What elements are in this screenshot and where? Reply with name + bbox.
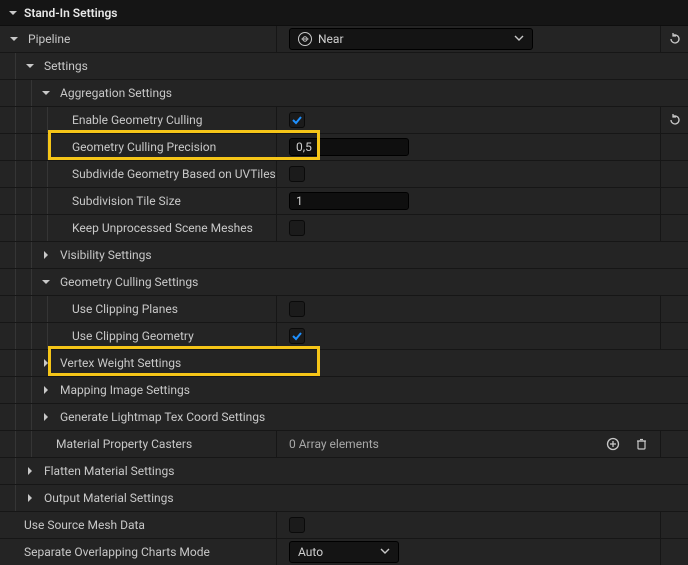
overlapping-charts-mode-dropdown[interactable]: Auto — [289, 541, 399, 563]
enable-geometry-culling-label: Enable Geometry Culling — [66, 113, 203, 127]
chevron-right-icon[interactable] — [38, 355, 54, 371]
lightmap-texcoord-settings-label: Generate Lightmap Tex Coord Settings — [54, 410, 265, 424]
chevron-right-icon[interactable] — [38, 382, 54, 398]
pipeline-row: Pipeline Near — [0, 26, 688, 53]
visibility-settings-row: Visibility Settings — [0, 242, 688, 269]
geometry-culling-settings-row: Geometry Culling Settings — [0, 269, 688, 296]
stand-in-settings-panel: Stand-In Settings Pipeline Near — [0, 0, 688, 565]
output-material-settings-row: Output Material Settings — [0, 485, 688, 512]
keep-unprocessed-meshes-label: Keep Unprocessed Scene Meshes — [66, 221, 253, 235]
keep-unprocessed-meshes-row: Keep Unprocessed Scene Meshes — [0, 215, 688, 242]
mapping-image-settings-label: Mapping Image Settings — [54, 383, 190, 397]
chevron-right-icon[interactable] — [38, 409, 54, 425]
chevron-right-icon[interactable] — [38, 247, 54, 263]
settings-label: Settings — [38, 59, 88, 73]
use-clipping-planes-label: Use Clipping Planes — [66, 302, 178, 316]
subdivide-uvtiles-label: Subdivide Geometry Based on UVTiles — [66, 167, 276, 181]
panel-header: Stand-In Settings — [0, 0, 688, 26]
pipeline-label: Pipeline — [22, 32, 70, 46]
use-clipping-planes-checkbox[interactable] — [289, 301, 305, 317]
reset-icon[interactable] — [666, 111, 684, 129]
trash-icon[interactable] — [632, 435, 650, 453]
geometry-culling-precision-input[interactable]: 0,5 — [289, 138, 409, 156]
panel-body: Pipeline Near — [0, 26, 688, 565]
reset-icon[interactable] — [666, 30, 684, 48]
use-source-mesh-data-checkbox[interactable] — [289, 517, 305, 533]
enable-geometry-culling-checkbox[interactable] — [289, 112, 305, 128]
pipeline-dropdown[interactable]: Near — [289, 28, 533, 50]
chevron-down-icon — [514, 32, 524, 46]
mapping-image-settings-row: Mapping Image Settings — [0, 377, 688, 404]
settings-row: Settings — [0, 53, 688, 80]
vertex-weight-settings-label: Vertex Weight Settings — [54, 356, 181, 370]
output-material-settings-label: Output Material Settings — [38, 491, 174, 505]
use-clipping-geometry-row: Use Clipping Geometry — [0, 323, 688, 350]
chevron-down-icon[interactable] — [6, 31, 22, 47]
chevron-down-icon[interactable] — [22, 58, 38, 74]
aggregation-settings-row: Aggregation Settings — [0, 80, 688, 107]
visibility-settings-label: Visibility Settings — [54, 248, 152, 262]
vertex-weight-settings-row: Vertex Weight Settings — [0, 350, 688, 377]
use-clipping-geometry-label: Use Clipping Geometry — [66, 329, 194, 343]
flatten-material-settings-label: Flatten Material Settings — [38, 464, 174, 478]
geometry-culling-precision-label: Geometry Culling Precision — [66, 140, 216, 154]
globe-icon — [298, 32, 312, 46]
chevron-down-icon[interactable] — [8, 8, 18, 18]
material-property-casters-row: Material Property Casters 0 Array elemen… — [0, 431, 688, 458]
pipeline-dropdown-value: Near — [318, 32, 344, 46]
overlapping-charts-mode-label: Separate Overlapping Charts Mode — [18, 545, 210, 559]
subdivision-tile-size-label: Subdivision Tile Size — [66, 194, 181, 208]
add-icon[interactable] — [604, 435, 622, 453]
use-clipping-geometry-checkbox[interactable] — [289, 328, 305, 344]
chevron-down-icon[interactable] — [38, 85, 54, 101]
subdivide-uvtiles-row: Subdivide Geometry Based on UVTiles — [0, 161, 688, 188]
chevron-right-icon[interactable] — [22, 463, 38, 479]
enable-geometry-culling-row: Enable Geometry Culling — [0, 107, 688, 134]
material-property-casters-label: Material Property Casters — [50, 437, 192, 451]
aggregation-settings-label: Aggregation Settings — [54, 86, 172, 100]
use-clipping-planes-row: Use Clipping Planes — [0, 296, 688, 323]
use-source-mesh-data-label: Use Source Mesh Data — [18, 518, 145, 532]
chevron-down-icon[interactable] — [38, 274, 54, 290]
geometry-culling-settings-label: Geometry Culling Settings — [54, 275, 198, 289]
keep-unprocessed-meshes-checkbox[interactable] — [289, 220, 305, 236]
geometry-culling-precision-row: Geometry Culling Precision 0,5 — [0, 134, 688, 161]
chevron-right-icon[interactable] — [22, 490, 38, 506]
lightmap-texcoord-settings-row: Generate Lightmap Tex Coord Settings — [0, 404, 688, 431]
subdivision-tile-size-row: Subdivision Tile Size 1 — [0, 188, 688, 215]
subdivision-tile-size-input[interactable]: 1 — [289, 192, 409, 210]
material-property-casters-value: 0 Array elements — [289, 437, 379, 451]
overlapping-charts-mode-row: Separate Overlapping Charts Mode Auto — [0, 539, 688, 565]
overlapping-charts-mode-value: Auto — [298, 545, 323, 559]
flatten-material-settings-row: Flatten Material Settings — [0, 458, 688, 485]
use-source-mesh-data-row: Use Source Mesh Data — [0, 512, 688, 539]
panel-title: Stand-In Settings — [24, 6, 117, 20]
chevron-down-icon — [380, 545, 390, 559]
subdivide-uvtiles-checkbox[interactable] — [289, 166, 305, 182]
